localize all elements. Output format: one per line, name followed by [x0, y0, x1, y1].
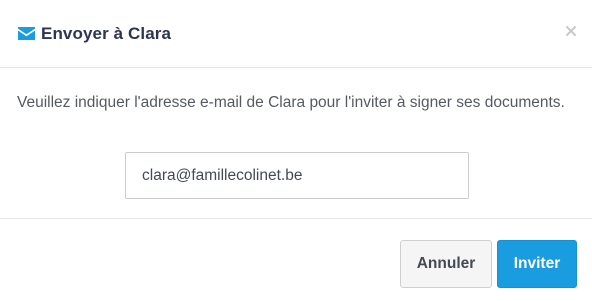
send-dialog: Envoyer à Clara Veuillez indiquer l'adre… — [0, 0, 592, 301]
dialog-footer: Annuler Inviter — [0, 219, 592, 301]
dialog-header: Envoyer à Clara — [0, 0, 592, 68]
invite-button[interactable]: Inviter — [497, 240, 577, 288]
close-icon[interactable] — [565, 25, 577, 37]
cancel-button[interactable]: Annuler — [400, 240, 492, 288]
dialog-body: Veuillez indiquer l'adresse e-mail de Cl… — [0, 68, 592, 219]
dialog-message: Veuillez indiquer l'adresse e-mail de Cl… — [17, 94, 565, 111]
email-field[interactable] — [125, 152, 469, 199]
envelope-icon — [18, 27, 35, 40]
dialog-title: Envoyer à Clara — [41, 24, 172, 43]
